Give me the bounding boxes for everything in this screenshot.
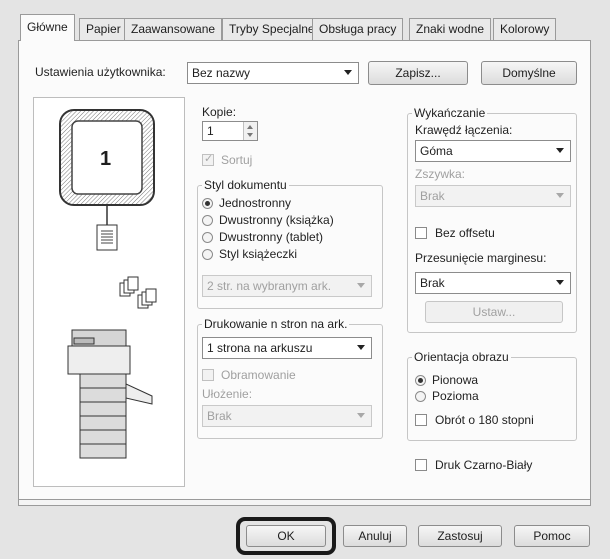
booklet-label: Styl książeczki — [219, 247, 298, 261]
margin-shift-select[interactable]: Brak — [415, 272, 571, 294]
staple-value: Brak — [420, 189, 445, 203]
apply-button[interactable]: Zastosuj — [418, 525, 502, 547]
cancel-button[interactable]: Anuluj — [343, 525, 407, 547]
radio-duplex-book[interactable] — [202, 215, 213, 226]
tab-zaawansowane[interactable]: Zaawansowane — [124, 18, 223, 40]
staple-label: Zszywka: — [415, 167, 466, 181]
copies-stepper[interactable]: 1 — [202, 121, 258, 141]
radio-single-sided[interactable] — [202, 198, 213, 209]
tab-obsluga-pracy[interactable]: Obsługa pracy — [312, 18, 404, 40]
margin-shift-label: Przesunięcie marginesu: — [415, 251, 547, 265]
duplex-book-label: Dwustronny (książka) — [219, 213, 334, 227]
spin-arrows-icon[interactable] — [243, 122, 257, 140]
chevron-down-icon — [357, 413, 365, 418]
binding-edge-select[interactable]: Góma — [415, 140, 571, 162]
collate-label: Sortuj — [221, 153, 253, 167]
tab-papier[interactable]: Papier — [79, 18, 128, 40]
n-up-value: 1 strona na arkuszu — [207, 341, 313, 355]
booklet-pages-value: 2 str. na wybranym ark. — [207, 279, 332, 293]
booklet-pages-select[interactable]: 2 str. na wybranym ark. — [202, 275, 372, 297]
rotate-180-label: Obrót o 180 stopni — [435, 413, 534, 427]
bw-print-checkbox[interactable] — [415, 459, 427, 471]
border-checkbox[interactable] — [202, 369, 214, 381]
n-up-select[interactable]: 1 strona na arkuszu — [202, 337, 372, 359]
staple-select[interactable]: Brak — [415, 185, 571, 207]
n-up-title: Drukowanie n stron na ark. — [202, 317, 350, 331]
collate-checkbox[interactable] — [202, 152, 214, 166]
radio-booklet[interactable] — [202, 249, 213, 260]
portrait-label: Pionowa — [432, 373, 479, 387]
tab-kolorowy[interactable]: Kolorowy — [493, 18, 557, 40]
chevron-down-icon — [556, 193, 564, 198]
chevron-down-icon — [357, 345, 365, 350]
chevron-down-icon — [556, 148, 564, 153]
user-settings-value: Bez nazwy — [192, 66, 251, 80]
border-label: Obramowanie — [221, 368, 296, 382]
print-preview-pane: 1 — [33, 97, 185, 487]
ok-button[interactable]: OK — [246, 525, 326, 547]
radio-duplex-tablet[interactable] — [202, 232, 213, 243]
layout-label: Ułożenie: — [202, 387, 253, 401]
bw-print-label: Druk Czarno-Biały — [435, 458, 533, 472]
help-button[interactable]: Pomoc — [514, 525, 590, 547]
single-sided-label: Jednostronny — [219, 196, 292, 210]
margin-settings-button[interactable]: Ustaw... — [425, 301, 563, 323]
margin-shift-value: Brak — [420, 276, 445, 290]
document-style-title: Styl dokumentu — [202, 178, 289, 192]
default-button[interactable]: Domyślne — [481, 61, 577, 85]
rotate-180-checkbox[interactable] — [415, 414, 427, 426]
save-button[interactable]: Zapisz... — [368, 61, 468, 85]
binding-edge-value: Góma — [420, 144, 453, 158]
orientation-title: Orientacja obrazu — [412, 350, 511, 364]
user-settings-select[interactable]: Bez nazwy — [187, 62, 359, 84]
tab-panel-glowne: Ustawienia użytkownika: Bez nazwy Zapisz… — [18, 40, 591, 500]
preview-page-number: 1 — [100, 148, 112, 170]
radio-portrait[interactable] — [415, 375, 426, 386]
landscape-label: Pozioma — [432, 389, 479, 403]
layout-select[interactable]: Brak — [202, 405, 372, 427]
copies-label: Kopie: — [202, 105, 237, 119]
binding-edge-label: Krawędź łączenia: — [415, 123, 513, 137]
finishing-title: Wykańczanie — [412, 106, 488, 120]
no-offset-checkbox[interactable] — [415, 227, 427, 239]
tab-znaki-wodne[interactable]: Znaki wodne — [409, 18, 492, 40]
chevron-down-icon — [344, 70, 352, 75]
layout-value: Brak — [207, 409, 232, 423]
copies-value: 1 — [207, 124, 214, 138]
chevron-down-icon — [556, 280, 564, 285]
user-settings-label: Ustawienia użytkownika: — [35, 65, 166, 79]
no-offset-label: Bez offsetu — [435, 226, 495, 240]
tab-glowne[interactable]: Główne — [20, 14, 75, 41]
chevron-down-icon — [357, 283, 365, 288]
radio-landscape[interactable] — [415, 391, 426, 402]
duplex-tablet-label: Dwustronny (tablet) — [219, 230, 324, 244]
tab-tryby-specjalne[interactable]: Tryby Specjalne — [222, 18, 322, 40]
